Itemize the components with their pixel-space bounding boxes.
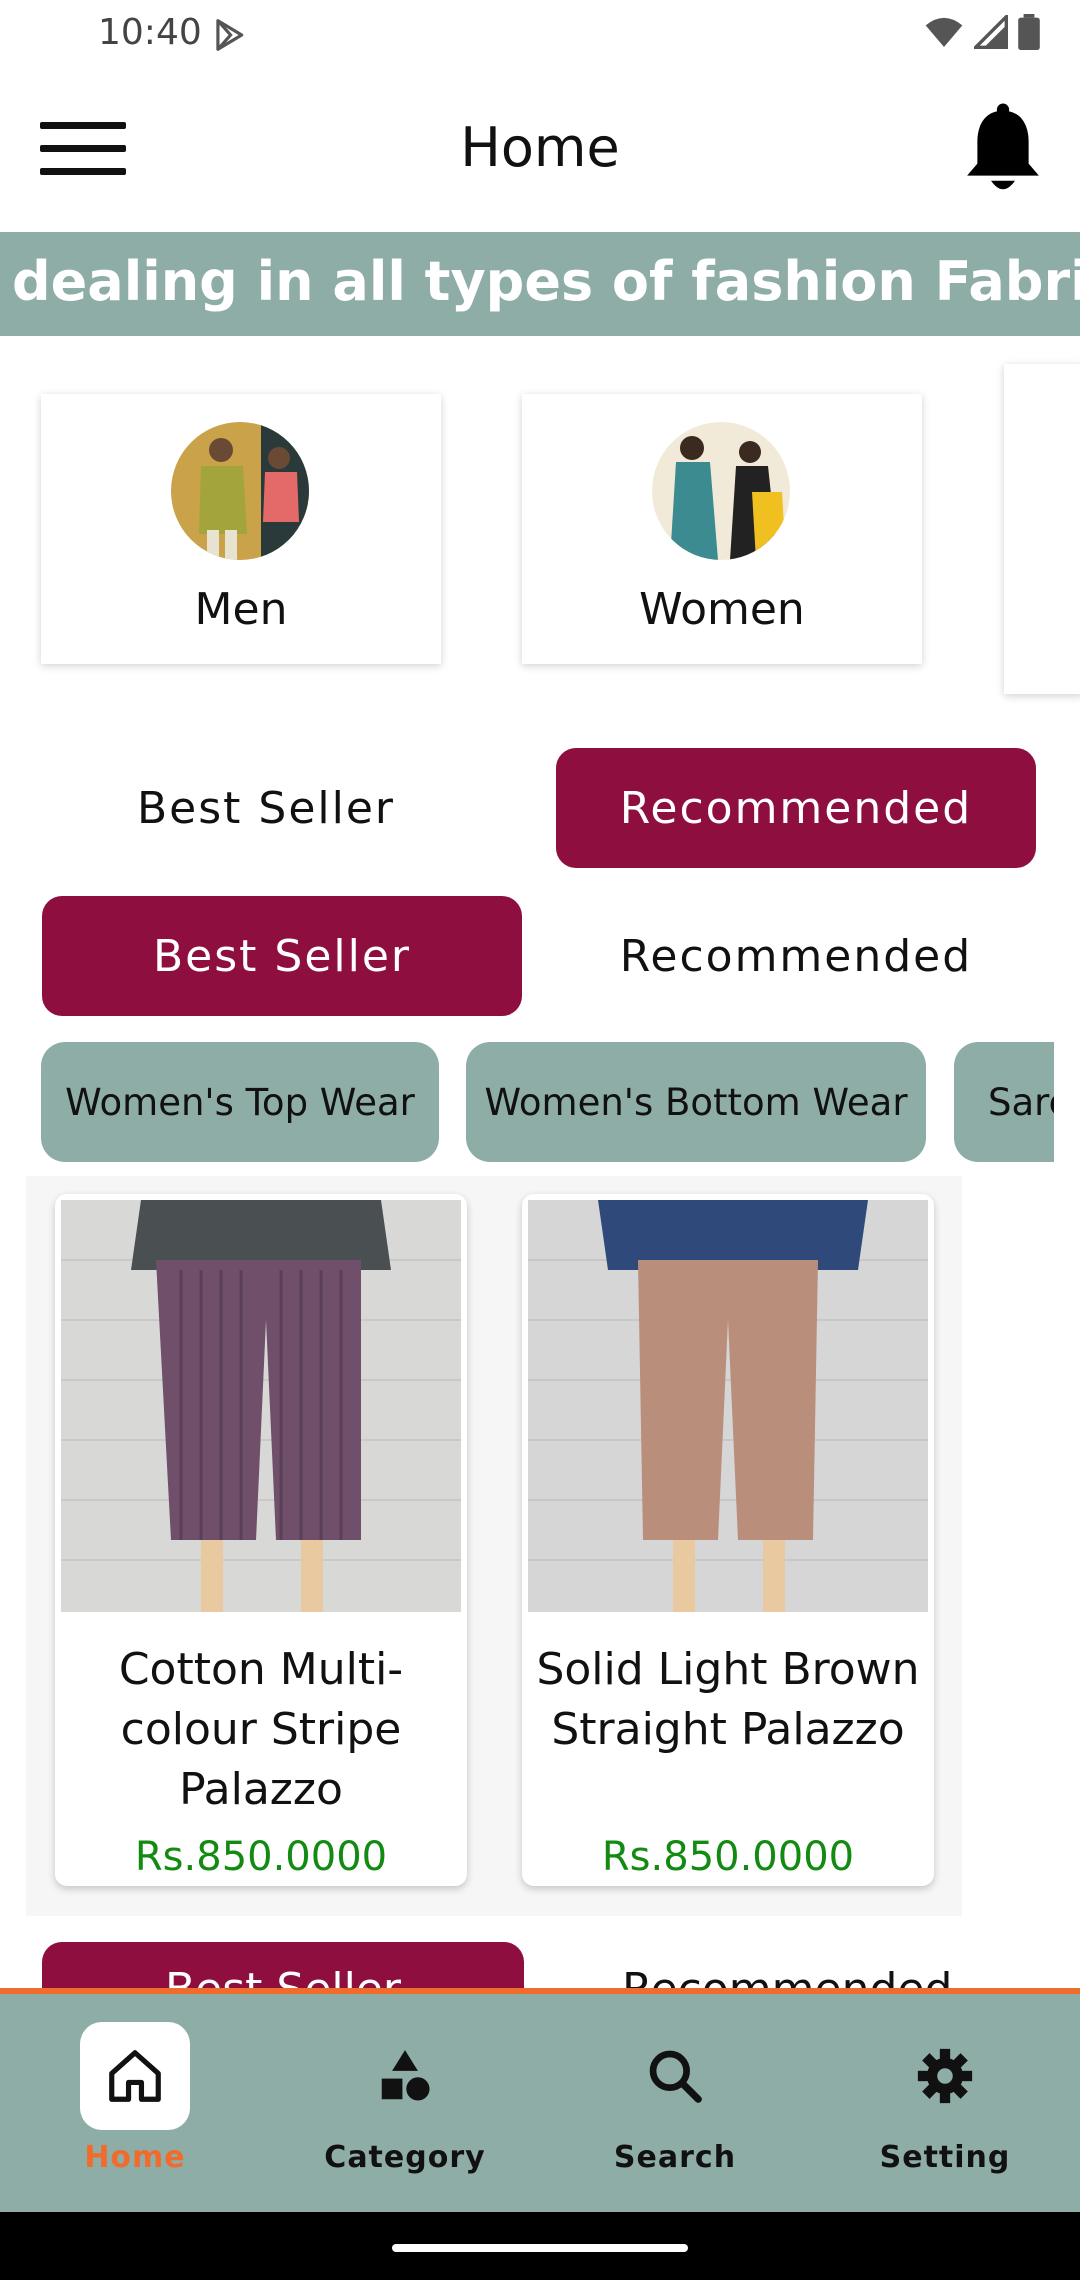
system-navigation-bar — [0, 2212, 1080, 2280]
wifi-icon — [925, 17, 963, 47]
category-strip[interactable]: Men Women — [0, 336, 1080, 736]
signal-icon — [974, 15, 1008, 49]
home-gesture-handle[interactable] — [392, 2244, 688, 2252]
category-image-men — [171, 422, 309, 560]
nav-label: Category — [324, 2140, 486, 2175]
nav-setting[interactable]: Setting — [810, 1994, 1080, 2212]
chip-womens-top-wear[interactable]: Women's Top Wear — [41, 1042, 439, 1162]
nav-label: Search — [613, 2140, 737, 2175]
chip-sarees[interactable]: Sarees — [954, 1042, 1054, 1162]
product-name: Solid Light Brown Straight Palazzo — [536, 1644, 920, 1755]
product-image — [61, 1200, 461, 1612]
tab-best-seller-active[interactable]: Best Seller — [42, 896, 522, 1016]
product-name: Cotton Multi-colour Stripe Palazzo — [118, 1644, 404, 1815]
nav-label: Setting — [879, 2140, 1011, 2175]
announcement-banner: dealing in all types of fashion Fabrics. — [0, 232, 1080, 336]
section-tabs-top: Best Seller Recommended — [26, 736, 1052, 916]
category-image-women — [652, 422, 790, 560]
product-list: Cotton Multi-colour Stripe Palazzo Rs.85… — [26, 1176, 962, 1916]
category-label: Women — [639, 584, 805, 635]
bell-icon[interactable] — [962, 102, 1044, 198]
chip-womens-bottom-wear[interactable]: Women's Bottom Wear — [466, 1042, 926, 1162]
nav-search[interactable]: Search — [540, 1994, 810, 2212]
status-bar: 10:40 — [0, 0, 1080, 66]
nav-home[interactable]: Home — [0, 1994, 270, 2212]
category-card-women[interactable]: Women — [522, 394, 922, 664]
category-icon — [350, 2022, 460, 2130]
category-card-partial[interactable] — [1004, 364, 1080, 694]
app-bar: Home — [0, 66, 1080, 232]
next-tab-recommended[interactable]: Recommended — [600, 1962, 1020, 1988]
bottom-navigation: Home Category Search Setting — [0, 1988, 1080, 2212]
play-store-icon — [216, 19, 244, 51]
gear-icon — [890, 2022, 1000, 2130]
next-tab-best-seller[interactable]: Best Seller — [42, 1942, 524, 1988]
product-card[interactable]: Cotton Multi-colour Stripe Palazzo Rs.85… — [55, 1194, 467, 1886]
product-price: Rs.850.0000 — [601, 1834, 855, 1880]
search-icon — [620, 2022, 730, 2130]
nav-category[interactable]: Category — [270, 1994, 540, 2212]
home-icon — [80, 2022, 190, 2130]
category-label: Men — [194, 584, 288, 635]
status-time: 10:40 — [98, 12, 202, 53]
tab-recommended-inactive[interactable]: Recommended — [556, 896, 1036, 1016]
product-image — [528, 1200, 928, 1612]
announcement-text: dealing in all types of fashion Fabrics. — [12, 250, 1080, 313]
subcategory-chips: Women's Top Wear Women's Bottom Wear Sar… — [0, 1042, 1054, 1164]
nav-label: Home — [84, 2140, 186, 2175]
category-card-men[interactable]: Men — [41, 394, 441, 664]
product-card[interactable]: Solid Light Brown Straight Palazzo Rs.85… — [522, 1194, 934, 1886]
product-price: Rs.850.0000 — [134, 1834, 388, 1880]
status-icons — [924, 14, 1040, 50]
page-title: Home — [460, 116, 620, 179]
tab-recommended[interactable]: Recommended — [556, 748, 1036, 868]
tab-best-seller[interactable]: Best Seller — [26, 748, 506, 868]
battery-icon — [1018, 14, 1040, 50]
